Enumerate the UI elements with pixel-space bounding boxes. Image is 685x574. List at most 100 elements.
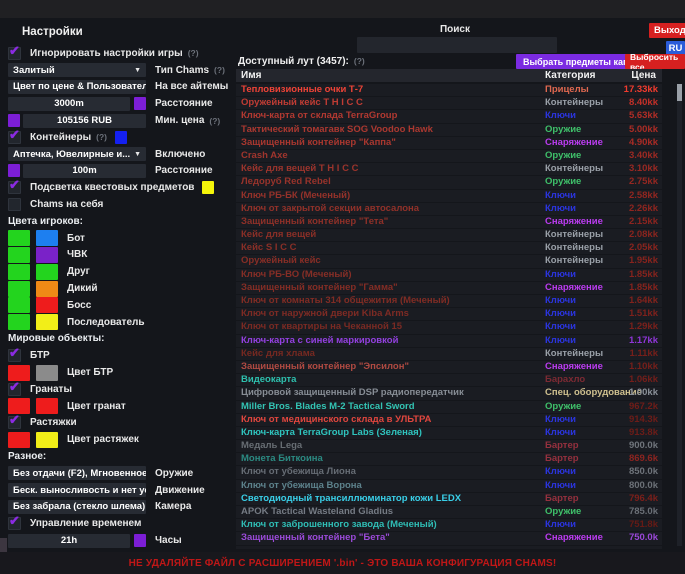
- tripwire-color-hidden-color-swatch[interactable]: [36, 432, 58, 448]
- loot-category: Оружие: [545, 150, 581, 162]
- follower-visible-color-swatch[interactable]: [8, 314, 30, 330]
- loot-row[interactable]: Ключ РБ-ВО (Меченый)Ключи1.85kk: [236, 269, 662, 281]
- grenade-color-hidden-color-swatch[interactable]: [36, 398, 58, 414]
- loot-price: 2.58kk: [629, 190, 658, 202]
- loot-row[interactable]: Ключ от наружной двери Kiba ArmsКлючи1.5…: [236, 308, 662, 320]
- loot-row[interactable]: Ключ от убежища ЛионаКлючи850.0k: [236, 466, 662, 478]
- loot-row[interactable]: Ключ-карта с синей маркировкойКлючи1.17k…: [236, 335, 662, 347]
- container-distance-input[interactable]: 100m: [23, 164, 146, 178]
- containers-filter-control: Аптечка, Ювелирные и...▼: [8, 147, 146, 161]
- loot-row[interactable]: Crash AxeОружие3.40kk: [236, 150, 662, 162]
- weapon-dropdown[interactable]: Без отдачи (F2), Мгновенное п▼: [8, 466, 146, 480]
- quest-highlight-checkbox[interactable]: ✔: [8, 181, 21, 194]
- loot-row[interactable]: Защищенный контейнер "Тета"Снаряжение2.1…: [236, 216, 662, 228]
- loot-row[interactable]: ВидеокартаБарахло1.06kk: [236, 374, 662, 386]
- containers-checkbox[interactable]: ✔: [8, 131, 21, 144]
- btr-checkbox[interactable]: ✔: [8, 349, 21, 362]
- bot-visible-color-swatch[interactable]: [8, 230, 30, 246]
- all-items-color-dropdown[interactable]: Цвет по цене & Пользователь▼: [8, 80, 146, 94]
- scav-visible-color-swatch[interactable]: [8, 281, 30, 297]
- quest-highlight-color-swatch[interactable]: [202, 181, 214, 194]
- loot-row[interactable]: Ледоруб Red RebelОружие2.75kk: [236, 176, 662, 188]
- containers-filter-dropdown[interactable]: Аптечка, Ювелирные и...▼: [8, 147, 146, 161]
- loot-row[interactable]: Монета БиткоинаБартер869.6k: [236, 453, 662, 465]
- loot-row[interactable]: Медаль LegaБартер900.0k: [236, 440, 662, 452]
- distance-color-swatch[interactable]: [134, 97, 146, 110]
- loot-name: Кейс S I C C: [241, 242, 296, 254]
- setting-row-friend: Друг: [6, 263, 236, 280]
- pmc-visible-color-swatch[interactable]: [8, 247, 30, 263]
- loot-name: Кейс для вещей T H I C C: [241, 163, 358, 175]
- loot-row[interactable]: Тепловизионные очки Т-7Прицелы17.33kk: [236, 84, 662, 96]
- loot-row[interactable]: Ключ РБ-БК (Меченый)Ключи2.58kk: [236, 190, 662, 202]
- loot-category: Ключи: [545, 308, 576, 320]
- help-icon: (?): [96, 132, 107, 142]
- loot-row[interactable]: Кейс S I C CКонтейнеры2.05kk: [236, 242, 662, 254]
- camera-dropdown[interactable]: Без забрала (стекло шлема)▼: [8, 500, 146, 514]
- chams-self-checkbox[interactable]: [8, 198, 21, 211]
- loot-row[interactable]: Ключ от убежища ВоронаКлючи800.0k: [236, 480, 662, 492]
- exit-button[interactable]: Выход: [649, 23, 685, 38]
- loot-row[interactable]: Ключ от заброшенного завода (Меченый)Клю…: [236, 519, 662, 531]
- scrollbar-track[interactable]: [677, 84, 682, 546]
- loot-row[interactable]: Ключ от медицинского склада в УЛЬТРАКлюч…: [236, 414, 662, 426]
- camera-label: Камера: [155, 501, 191, 512]
- loot-row[interactable]: Miller Bros. Blades M-2 Tactical SwordОр…: [236, 401, 662, 413]
- loot-row[interactable]: Ключ от закрытой секции автосалонаКлючи2…: [236, 203, 662, 215]
- tripwires-label: Растяжки: [30, 417, 77, 428]
- loot-row[interactable]: Ключ-карта от склада TerraGroupКлючи5.63…: [236, 110, 662, 122]
- btr-color-hidden-color-swatch[interactable]: [36, 365, 58, 381]
- loot-name: Ключ РБ-ВО (Меченый): [241, 269, 352, 281]
- loot-price: 17.33kk: [624, 84, 658, 96]
- setting-row-min-price: 105156 RUBМин. цена(?): [6, 112, 236, 129]
- loot-row[interactable]: Кейс для вещей T H I C CКонтейнеры3.10kk: [236, 163, 662, 175]
- container-distance-color-swatch[interactable]: [8, 164, 20, 177]
- chams-type-dropdown[interactable]: Залитый▼: [8, 63, 146, 77]
- boss-visible-color-swatch[interactable]: [8, 297, 30, 313]
- hours-input[interactable]: 21h: [8, 534, 130, 548]
- min-price-input[interactable]: 105156 RUB: [23, 114, 146, 128]
- distance-input[interactable]: 3000m: [8, 97, 130, 111]
- loot-row[interactable]: Цифровой защищенный DSP радиопередатчикС…: [236, 387, 662, 399]
- loot-category: Ключи: [545, 110, 576, 122]
- loot-row[interactable]: Ключ-карта TerraGroup Labs (Зеленая)Ключ…: [236, 427, 662, 439]
- drop-all-button[interactable]: Выбросить все: [625, 54, 685, 69]
- bot-hidden-color-swatch[interactable]: [36, 230, 58, 246]
- scrollbar-thumb[interactable]: [677, 84, 682, 101]
- scav-hidden-color-swatch[interactable]: [36, 281, 58, 297]
- loot-row[interactable]: Кейс для вещейКонтейнеры2.08kk: [236, 229, 662, 241]
- follower-hidden-color-swatch[interactable]: [36, 314, 58, 330]
- boss-hidden-color-swatch[interactable]: [36, 297, 58, 313]
- loot-category: Бартер: [545, 440, 579, 452]
- loot-row[interactable]: Светодиодный трансиллюминатор кожи LEDXБ…: [236, 493, 662, 505]
- ignore-game-settings-checkbox[interactable]: ✔: [8, 47, 21, 60]
- check-icon: ✔: [9, 345, 20, 361]
- friend-visible-color-swatch[interactable]: [8, 264, 30, 280]
- loot-row[interactable]: Защищенный контейнер "Эпсилон"Снаряжение…: [236, 361, 662, 373]
- pmc-hidden-color-swatch[interactable]: [36, 247, 58, 263]
- hours-color-swatch[interactable]: [134, 534, 146, 547]
- time-control-checkbox[interactable]: ✔: [8, 517, 21, 530]
- loot-row[interactable]: Защищенный контейнер "Гамма"Снаряжение1.…: [236, 282, 662, 294]
- loot-row[interactable]: Защищенный контейнер "Каппа"Снаряжение4.…: [236, 137, 662, 149]
- tripwires-checkbox[interactable]: ✔: [8, 416, 21, 429]
- grenades-checkbox[interactable]: ✔: [8, 383, 21, 396]
- loot-price: 1.29kk: [629, 321, 658, 333]
- loot-row[interactable]: Ключ от комнаты 314 общежития (Меченый)К…: [236, 295, 662, 307]
- loot-row[interactable]: Защищенный контейнер "Бета"Снаряжение750…: [236, 532, 662, 544]
- movement-dropdown[interactable]: Беск. выносливость и нет уста▼: [8, 483, 146, 497]
- loot-row[interactable]: Кейс для хламаКонтейнеры1.11kk: [236, 348, 662, 360]
- loot-row[interactable]: APOK Tactical Wasteland GladiusОружие785…: [236, 506, 662, 518]
- tripwire-color-visible-color-swatch[interactable]: [8, 432, 30, 448]
- containers-color-swatch[interactable]: [115, 131, 127, 144]
- loot-name: Кейс для вещей: [241, 229, 316, 241]
- search-input[interactable]: [357, 37, 557, 53]
- check-icon: ✔: [9, 177, 20, 193]
- loot-row[interactable]: Оружейный кейс T H I C CКонтейнеры8.40kk: [236, 97, 662, 109]
- min-price-color-swatch[interactable]: [8, 114, 20, 127]
- loot-name: Ключ от квартиры на Чеканной 15: [241, 321, 402, 333]
- loot-row[interactable]: Ключ от квартиры на Чеканной 15Ключи1.29…: [236, 321, 662, 333]
- friend-hidden-color-swatch[interactable]: [36, 264, 58, 280]
- loot-row[interactable]: Оружейный кейсКонтейнеры1.95kk: [236, 255, 662, 267]
- loot-row[interactable]: Тактический томагавк SOG Voodoo HawkОруж…: [236, 124, 662, 136]
